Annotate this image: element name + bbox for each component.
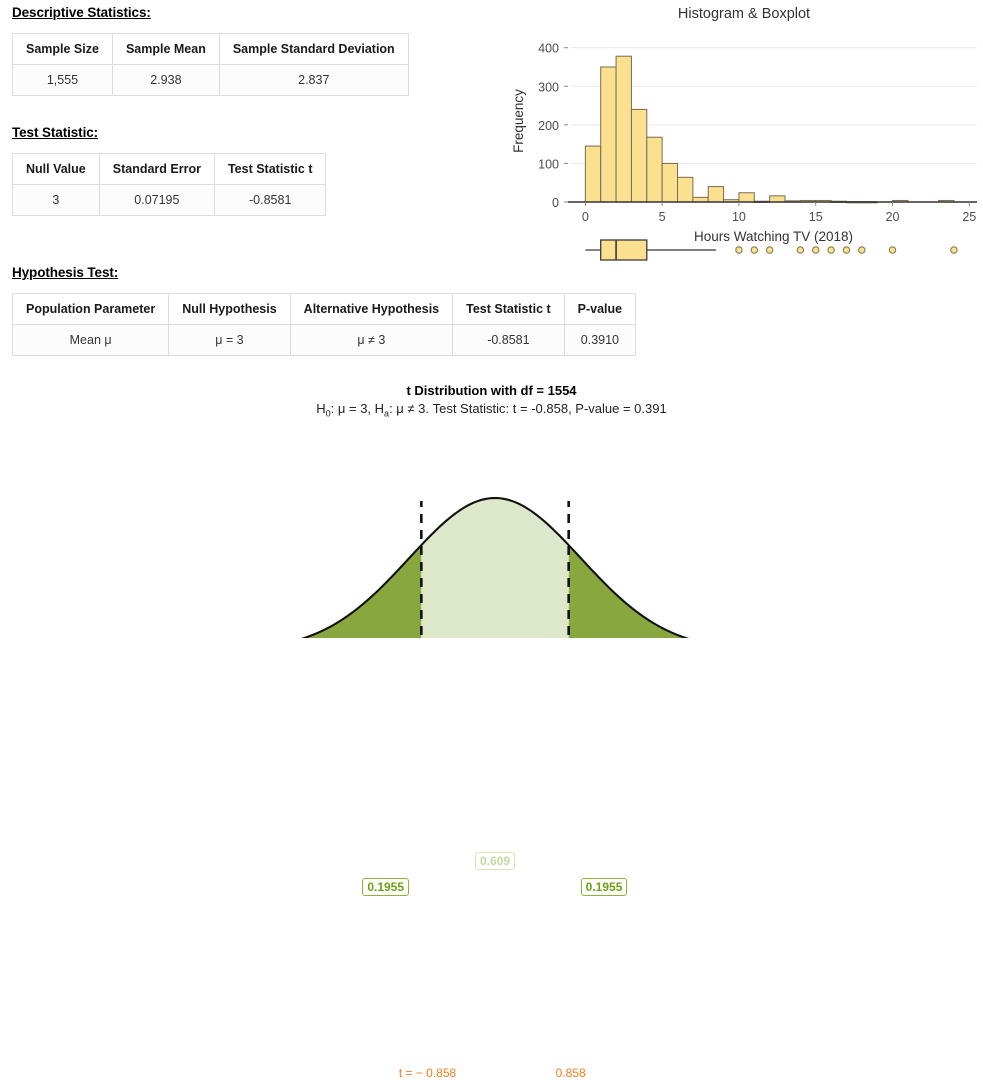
svg-text:0: 0 [552, 196, 559, 210]
column-header-standard-error: Standard Error [98, 153, 215, 185]
column-header-null-value: Null Value [12, 153, 100, 185]
svg-text:300: 300 [538, 80, 559, 94]
column-header-sample-size: Sample Size [12, 33, 113, 65]
column-header-test-statistic-t: Test Statistic t [213, 153, 327, 185]
histogram-boxplot-panel: Histogram & Boxplot 0 100 200 300 400 Frequen… [505, 0, 983, 261]
t-distribution-chart: -4-3-2-101234 [300, 496, 690, 638]
cell-test-statistic-t: -0.8581 [213, 184, 327, 216]
cell-sample-sd: 2.837 [218, 64, 409, 96]
column-header-alternative-hypothesis: Alternative Hypothesis [289, 293, 454, 325]
hypothesis-test-table: Population Parameter Null Hypothesis Alt… [11, 293, 637, 356]
svg-text:20: 20 [886, 210, 900, 224]
column-header-sample-sd: Sample Standard Deviation [218, 33, 409, 65]
column-header-sample-mean: Sample Mean [111, 33, 220, 65]
cell-alternative-hypothesis: μ ≠ 3 [289, 324, 454, 356]
test-statistic-section: Test Statistic: Null Value Standard Erro… [12, 125, 327, 216]
svg-text:100: 100 [538, 157, 559, 171]
descriptive-statistics-table: Sample Size Sample Mean Sample Standard … [12, 33, 409, 96]
null-hypothesis-symbol: H [316, 401, 326, 416]
svg-text:Hours Watching TV (2018): Hours Watching TV (2018) [694, 229, 853, 244]
cell-test-statistic-t: -0.8581 [452, 324, 565, 356]
cell-population-parameter: Mean μ [11, 324, 170, 356]
hypothesis-test-section: Hypothesis Test: Population Parameter Nu… [11, 265, 637, 356]
column-header-population-parameter: Population Parameter [11, 293, 170, 325]
t-distribution-panel: t Distribution with df = 1554 H0: μ = 3,… [0, 383, 983, 1080]
alt-hypothesis-symbol: H [374, 401, 385, 416]
left-test-statistic-label: t = − 0.858 [398, 1066, 457, 1080]
cell-null-hypothesis: μ = 3 [168, 324, 291, 356]
cell-standard-error: 0.07195 [98, 184, 215, 216]
descriptive-statistics-section: Descriptive Statistics: Sample Size Samp… [12, 5, 409, 96]
right-test-statistic-label: 0.858 [555, 1066, 586, 1080]
table-row: 1,555 2.938 2.837 [12, 64, 409, 96]
table-header-row: Null Value Standard Error Test Statistic… [12, 153, 327, 185]
table-row: Mean μ μ = 3 μ ≠ 3 -0.8581 0.3910 [11, 324, 637, 356]
descriptive-statistics-heading: Descriptive Statistics: [12, 5, 151, 20]
right-tail-area-label: 0.1955 [580, 878, 628, 896]
center-area-label: 0.609 [475, 852, 516, 870]
svg-text:5: 5 [659, 210, 666, 224]
svg-text:200: 200 [538, 119, 559, 133]
cell-p-value: 0.3910 [563, 324, 637, 356]
table-header-row: Population Parameter Null Hypothesis Alt… [11, 293, 637, 325]
cell-sample-size: 1,555 [12, 64, 113, 96]
svg-text:10: 10 [732, 210, 746, 224]
test-statistic-heading: Test Statistic: [12, 125, 99, 140]
null-hypothesis-text: : μ = 3, [330, 401, 375, 416]
alt-hypothesis-text: : μ ≠ 3. Test Statistic: t = -0.858, P-v… [389, 401, 667, 416]
left-tail-area-label: 0.1955 [362, 878, 410, 896]
table-header-row: Sample Size Sample Mean Sample Standard … [12, 33, 409, 65]
t-distribution-subtitle: H0: μ = 3, Ha: μ ≠ 3. Test Statistic: t … [0, 401, 983, 419]
histogram-title: Histogram & Boxplot [677, 6, 811, 22]
svg-text:25: 25 [962, 210, 976, 224]
svg-text:15: 15 [809, 210, 823, 224]
svg-text:400: 400 [538, 42, 559, 56]
svg-text:Frequency: Frequency [511, 89, 526, 153]
cell-sample-mean: 2.938 [111, 64, 220, 96]
table-row: 3 0.07195 -0.8581 [12, 184, 327, 216]
column-header-null-hypothesis: Null Hypothesis [168, 293, 291, 325]
svg-text:0: 0 [582, 210, 589, 224]
column-header-test-statistic-t: Test Statistic t [452, 293, 565, 325]
test-statistic-table: Null Value Standard Error Test Statistic… [12, 153, 327, 216]
t-distribution-title: t Distribution with df = 1554 [406, 383, 577, 398]
column-header-p-value: P-value [563, 293, 637, 325]
histogram-chart: 0 100 200 300 400 Frequency 0 5 10 15 20 25 Hours Wa… [511, 42, 977, 261]
cell-null-value: 3 [12, 184, 100, 216]
